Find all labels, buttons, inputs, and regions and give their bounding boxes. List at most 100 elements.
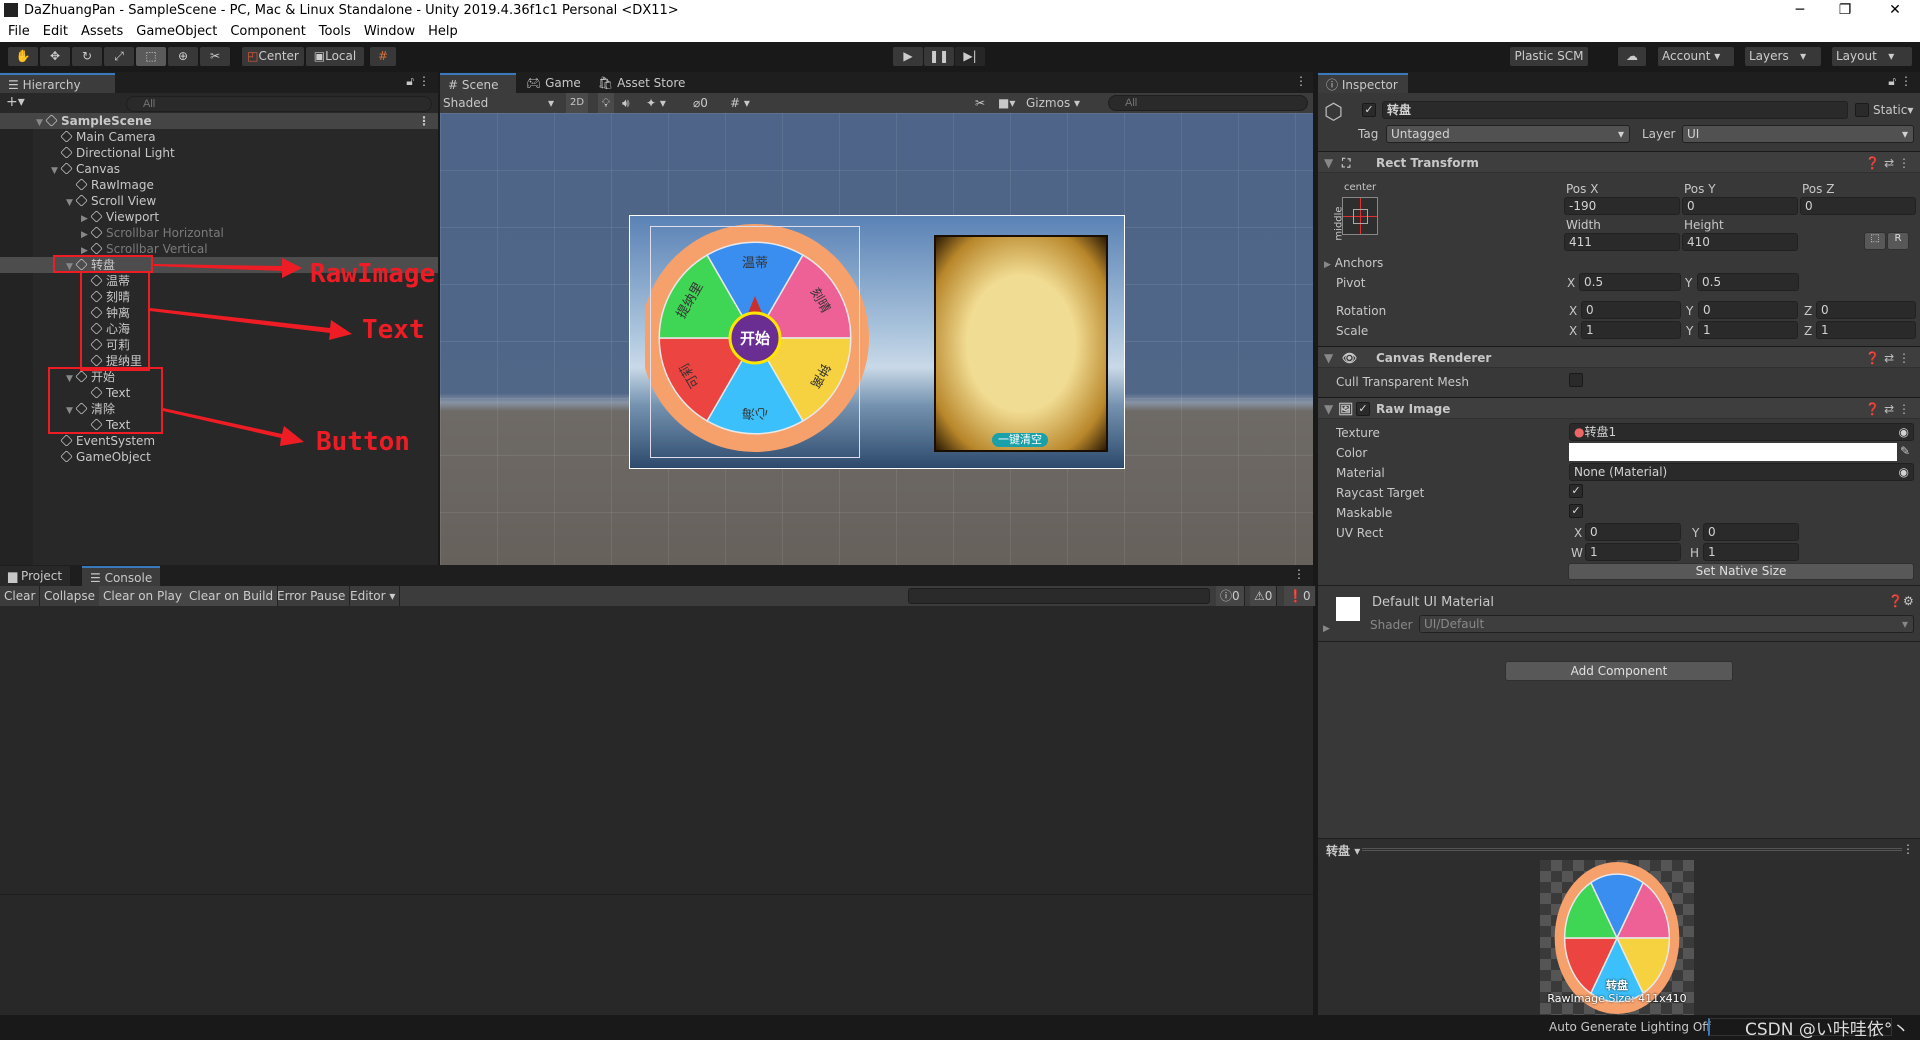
material-foldout-icon[interactable]: ▶: [1323, 624, 1330, 634]
grid-icon[interactable]: # ▾: [730, 93, 750, 113]
eyedropper-icon[interactable]: ✎: [1900, 444, 1910, 458]
scene-more-icon[interactable]: ⋮: [1295, 74, 1307, 88]
clear-on-play-toggle[interactable]: Clear on Play: [99, 586, 187, 606]
rotation-y-input[interactable]: 0: [1698, 301, 1798, 319]
clear-on-build-toggle[interactable]: Clear on Build: [185, 586, 279, 606]
scene-search-input[interactable]: [1108, 95, 1308, 111]
add-component-button[interactable]: Add Component: [1505, 661, 1733, 681]
object-picker-icon[interactable]: ◉: [1899, 424, 1909, 440]
log-filter-toggle[interactable]: ⓘ0: [1216, 586, 1245, 606]
preview-drag-handle[interactable]: [1362, 848, 1902, 851]
static-dropdown[interactable]: Static▾: [1873, 103, 1913, 117]
step-button[interactable]: ▶|: [955, 47, 985, 66]
uv-rect-label: UV Rect: [1336, 526, 1384, 540]
gizmos-dropdown[interactable]: Gizmos ▾: [1026, 93, 1080, 113]
tab-scene[interactable]: # Scene: [440, 73, 516, 93]
object-picker-icon[interactable]: ◉: [1899, 464, 1909, 480]
scale-x-input[interactable]: 1: [1581, 321, 1681, 339]
warning-filter-toggle[interactable]: ⚠0: [1250, 586, 1278, 606]
texture-field[interactable]: ●转盘1 ◉: [1569, 423, 1914, 441]
scale-z-input[interactable]: 1: [1816, 321, 1916, 339]
tab-asset-store[interactable]: 🛍︎ Asset Store: [590, 73, 693, 93]
rotation-z-input[interactable]: 0: [1816, 301, 1916, 319]
maskable-checkbox[interactable]: ✓: [1569, 504, 1583, 518]
posz-input[interactable]: 0: [1800, 197, 1916, 215]
blueprint-mode-button[interactable]: ⬚: [1864, 232, 1886, 250]
shader-dropdown[interactable]: UI/Default ▾: [1419, 615, 1914, 633]
preview-more-icon[interactable]: ⋮: [1902, 842, 1914, 856]
account-dropdown[interactable]: Account ▾: [1658, 47, 1734, 66]
close-button[interactable]: ✕: [1875, 0, 1915, 21]
collapse-button[interactable]: Collapse: [40, 586, 100, 606]
uv-x-input[interactable]: 0: [1585, 523, 1681, 541]
uv-w-input[interactable]: 1: [1585, 543, 1681, 561]
cull-checkbox[interactable]: [1569, 373, 1583, 387]
object-name-input[interactable]: 转盘: [1382, 101, 1848, 119]
audio-toggle-icon[interactable]: 🔊︎: [622, 93, 630, 113]
rotation-x-input[interactable]: 0: [1581, 301, 1681, 319]
rect-transform-header[interactable]: ▼ ⛶ Rect Transform ❓ ⇄ ⋮: [1318, 151, 1920, 173]
layers-dropdown[interactable]: Layers ▾: [1745, 47, 1821, 66]
shading-dropdown[interactable]: Shaded ▾: [443, 93, 558, 113]
error-pause-toggle[interactable]: Error Pause: [273, 586, 351, 606]
preview-label: 转盘: [1606, 979, 1628, 992]
uv-y-input[interactable]: 0: [1703, 523, 1799, 541]
2d-toggle[interactable]: 2D: [566, 93, 588, 113]
lighting-toggle-icon[interactable]: 💡︎: [598, 93, 614, 113]
layout-dropdown[interactable]: Layout ▾: [1832, 47, 1912, 66]
button-arrow: [163, 408, 304, 446]
tab-project[interactable]: ▆ Project: [0, 566, 71, 586]
camera-icon[interactable]: ■▾: [998, 93, 1015, 113]
set-native-size-button[interactable]: Set Native Size: [1568, 563, 1914, 580]
tag-dropdown[interactable]: Untagged ▾: [1386, 125, 1630, 143]
layer-dropdown[interactable]: UI ▾: [1682, 125, 1914, 143]
pivot-y-input[interactable]: 0.5: [1697, 273, 1799, 291]
component-icons[interactable]: ❓ ⇄ ⋮: [1865, 398, 1910, 420]
color-swatch[interactable]: [1569, 443, 1897, 461]
raw-image-header[interactable]: ▼ 🖼︎ ✓ Raw Image ❓ ⇄ ⋮: [1318, 397, 1920, 419]
restore-button[interactable]: ❐: [1825, 0, 1865, 21]
raw-image-enabled-checkbox[interactable]: ✓: [1356, 402, 1370, 416]
clear-button[interactable]: Clear: [0, 586, 41, 606]
error-filter-toggle[interactable]: ❗0: [1284, 586, 1316, 606]
console-more-icon[interactable]: ⋮: [1293, 567, 1305, 581]
console-search-input[interactable]: [908, 588, 1210, 604]
scale-y-input[interactable]: 1: [1698, 321, 1798, 339]
component-icons[interactable]: ❓ ⇄ ⋮: [1865, 347, 1910, 369]
width-input[interactable]: 411: [1564, 233, 1680, 251]
canvas-renderer-header[interactable]: ▼ 👁︎ Canvas Renderer ❓ ⇄ ⋮: [1318, 346, 1920, 368]
tab-inspector[interactable]: ⓘ Inspector: [1318, 73, 1408, 93]
inspector-lock-icon[interactable]: 🔓︎: [1888, 74, 1896, 89]
uv-h-input[interactable]: 1: [1703, 543, 1799, 561]
scene-viewport[interactable]: 温蒂 刻晴 钟离 心海 可莉 提纳里 开始 一键清空: [440, 113, 1313, 565]
canvas-rect[interactable]: 温蒂 刻晴 钟离 心海 可莉 提纳里 开始 一键清空: [629, 215, 1125, 469]
tab-console[interactable]: ☰ Console: [82, 566, 161, 586]
inspector-more-icon[interactable]: ⋮: [1900, 74, 1912, 88]
preview-object-dropdown[interactable]: 转盘 ▾: [1326, 842, 1360, 859]
clear-all-button[interactable]: 一键清空: [992, 433, 1048, 447]
hidden-objects-toggle[interactable]: ⌀0: [693, 93, 708, 113]
pivot-x-input[interactable]: 0.5: [1579, 273, 1681, 291]
material-icons[interactable]: ❓⚙: [1888, 594, 1914, 608]
play-button[interactable]: ▶: [893, 47, 923, 66]
anchors-foldout[interactable]: ▶ Anchors: [1324, 256, 1383, 270]
height-input[interactable]: 410: [1682, 233, 1798, 251]
editor-dropdown[interactable]: Editor ▾: [346, 586, 401, 606]
posy-input[interactable]: 0: [1682, 197, 1798, 215]
static-checkbox[interactable]: [1855, 103, 1869, 117]
cloud-icon[interactable]: ☁: [1618, 47, 1646, 66]
plastic-scm-button[interactable]: Plastic SCM: [1510, 47, 1588, 66]
component-icons[interactable]: ❓ ⇄ ⋮: [1865, 152, 1910, 174]
minimize-button[interactable]: ─: [1780, 0, 1820, 21]
pause-button[interactable]: ❚❚: [924, 47, 954, 66]
tools-icon[interactable]: ✂: [975, 93, 985, 113]
posx-input[interactable]: -190: [1564, 197, 1680, 215]
effects-icon[interactable]: ✦ ▾: [646, 93, 666, 113]
raycast-checkbox[interactable]: ✓: [1569, 484, 1583, 498]
material-field[interactable]: None (Material) ◉: [1569, 463, 1914, 481]
active-checkbox[interactable]: ✓: [1362, 103, 1376, 117]
console-detail-splitter[interactable]: [0, 894, 1313, 895]
raw-edit-button[interactable]: R: [1887, 232, 1909, 250]
tab-game[interactable]: 🎮︎ Game: [518, 73, 589, 93]
anchor-preset-button[interactable]: [1342, 197, 1378, 235]
